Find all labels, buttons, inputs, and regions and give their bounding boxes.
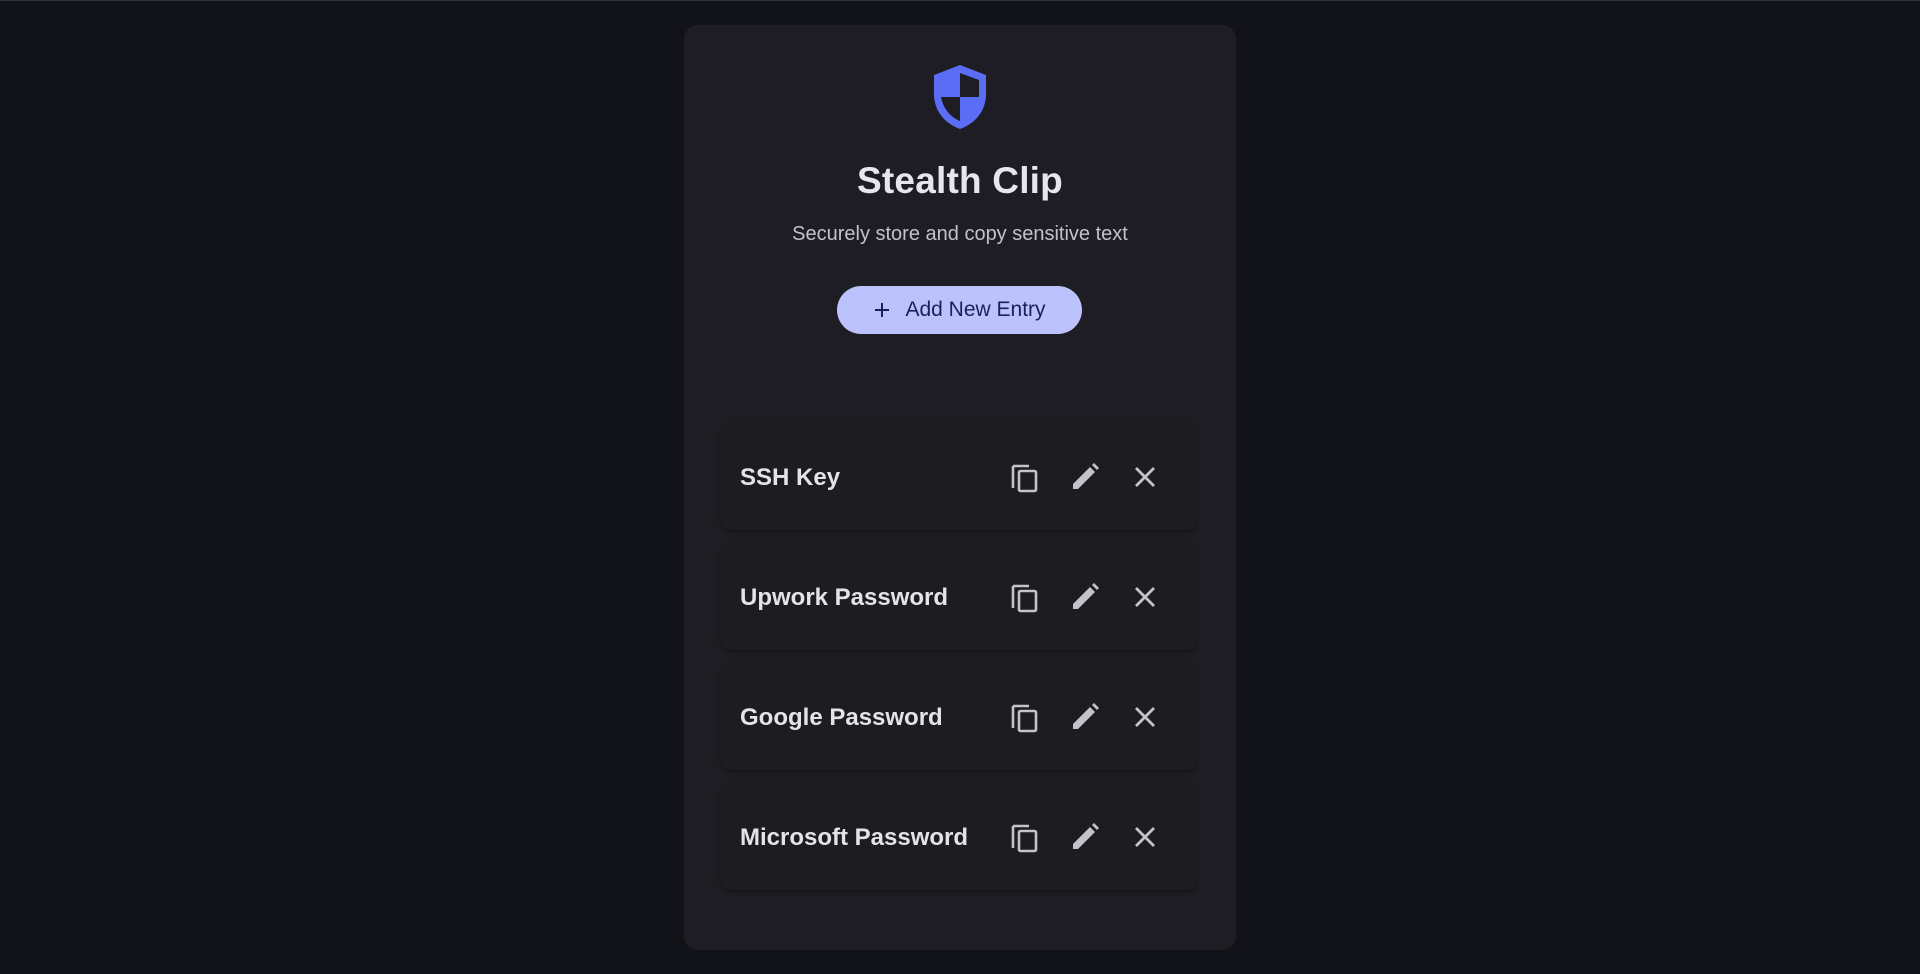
entry-item: Microsoft Password	[720, 780, 1198, 890]
copy-button[interactable]	[1008, 460, 1042, 494]
delete-button[interactable]	[1128, 700, 1162, 734]
copy-icon	[1011, 464, 1038, 493]
edit-button[interactable]	[1068, 580, 1102, 614]
entry-label: SSH Key	[740, 464, 841, 491]
entry-label: Upwork Password	[740, 584, 949, 611]
add-new-entry-label: Add New Entry	[905, 298, 1046, 321]
edit-button[interactable]	[1068, 700, 1102, 734]
app-title: Stealth Clip	[857, 160, 1063, 201]
entry-list: SSH Key Upwork Password Google Password …	[720, 420, 1198, 900]
edit-icon	[1073, 703, 1099, 729]
copy-icon	[1011, 584, 1038, 613]
add-new-entry-button[interactable]: Add New Entry	[837, 286, 1082, 334]
entry-label: Google Password	[740, 704, 943, 731]
copy-button[interactable]	[1008, 700, 1042, 734]
entry-item: Upwork Password	[720, 540, 1198, 650]
edit-icon	[1073, 823, 1099, 849]
shield-icon	[934, 65, 986, 129]
close-icon	[1135, 827, 1155, 847]
entry-item: Google Password	[720, 660, 1198, 770]
main-card: Stealth Clip Securely store and copy sen…	[684, 25, 1236, 950]
edit-icon	[1073, 463, 1099, 489]
close-icon	[1135, 707, 1155, 727]
copy-icon	[1011, 824, 1038, 853]
entry-label: Microsoft Password	[740, 824, 969, 851]
edit-icon	[1073, 583, 1099, 609]
app-subtitle: Securely store and copy sensitive text	[792, 223, 1128, 245]
delete-button[interactable]	[1128, 580, 1162, 614]
delete-button[interactable]	[1128, 820, 1162, 854]
plus-icon	[875, 303, 890, 317]
delete-button[interactable]	[1128, 460, 1162, 494]
close-icon	[1135, 587, 1155, 607]
edit-button[interactable]	[1068, 460, 1102, 494]
edit-button[interactable]	[1068, 820, 1102, 854]
entry-item: SSH Key	[720, 420, 1198, 530]
copy-icon	[1011, 704, 1038, 733]
close-icon	[1135, 467, 1155, 487]
copy-button[interactable]	[1008, 580, 1042, 614]
copy-button[interactable]	[1008, 820, 1042, 854]
